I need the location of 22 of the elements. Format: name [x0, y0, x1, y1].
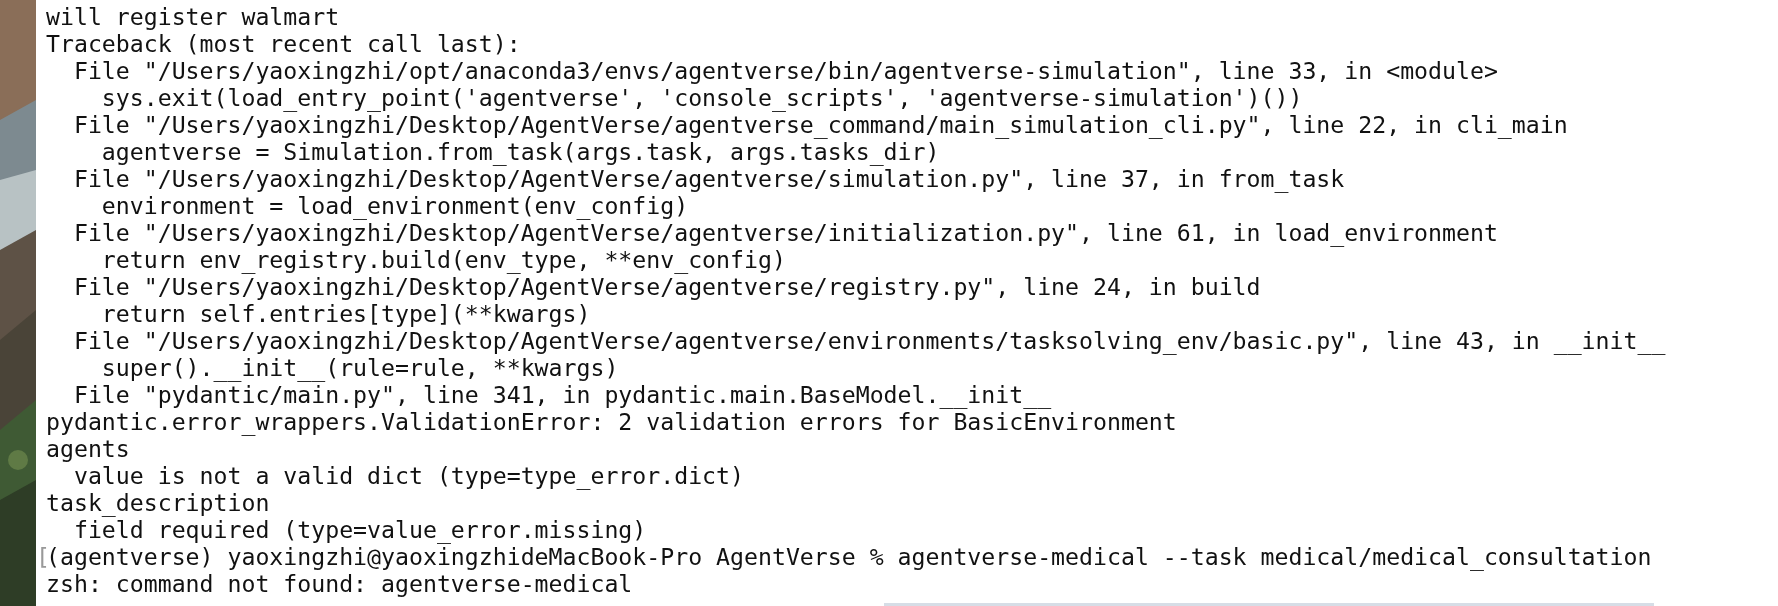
terminal-line: File "/Users/yaoxingzhi/Desktop/AgentVerse/agentverse/initialization.py", line 61, in load_environment	[72, 219, 1498, 246]
terminal-line: File "/Users/yaoxingzhi/Desktop/AgentVerse/agentverse/simulation.py", line 37, in from_task	[72, 165, 1345, 192]
terminal-line: Traceback (most recent call last):	[46, 30, 521, 57]
terminal-line: will register walmart	[46, 3, 340, 30]
terminal-line: value is not a valid dict (type=type_error.dict)	[72, 462, 744, 489]
terminal-line: zsh: command not found: agentverse-medical	[46, 570, 633, 597]
terminal-line: return self.entries[type](**kwargs)	[100, 300, 591, 327]
terminal-line: environment = load_environment(env_config)	[100, 192, 689, 219]
scroll-bar[interactable]	[884, 603, 1654, 606]
terminal-line: field required (type=value_error.missing)	[73, 516, 647, 543]
terminal-line: File "/Users/yaoxingzhi/Desktop/AgentVerse/agentverse/environments/tasksolving_env/basic.py", line 43, in __init__	[72, 327, 1666, 354]
terminal-line: File "/Users/yaoxingzhi/opt/anaconda3/envs/agentverse/bin/agentverse-simulation", line 33, in <module>	[72, 57, 1498, 84]
terminal-line: File "pydantic/main.py", line 341, in pydantic.main.BaseModel.__init__	[72, 381, 1052, 408]
terminal-line: File "/Users/yaoxingzhi/Desktop/AgentVerse/agentverse/registry.py", line 24, in build	[72, 273, 1261, 300]
terminal-line: agentverse = Simulation.from_task(args.task, args.tasks_dir)	[100, 138, 940, 165]
terminal-line: return env_registry.build(env_type, **env_config)	[100, 246, 786, 273]
terminal-line: super().__init__(rule=rule, **kwargs)	[100, 354, 619, 381]
terminal-line: pydantic.error_wrappers.ValidationError: 2 validation errors for BasicEnvironment	[46, 408, 1177, 435]
terminal-line: task_description	[46, 489, 270, 516]
terminal-line: sys.exit(load_entry_point('agentverse', 'console_scripts', 'agentverse-simulation')())	[100, 84, 1303, 111]
terminal-line: agents	[46, 435, 130, 462]
terminal-line: File "/Users/yaoxingzhi/Desktop/AgentVerse/agentverse_command/main_simulation_cli.py", line 22, in cli_main	[72, 111, 1568, 138]
